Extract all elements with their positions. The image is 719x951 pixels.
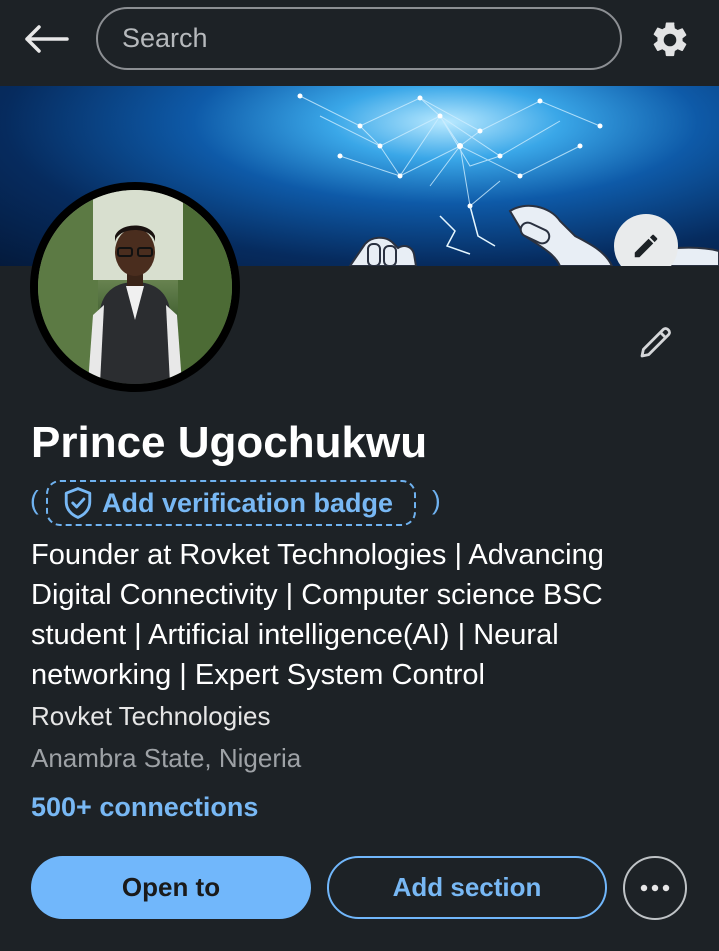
shield-check-icon: [64, 487, 92, 519]
add-verification-badge-button[interactable]: ( Add verification badge ): [30, 478, 441, 528]
arrow-left-icon: [25, 25, 69, 53]
gear-icon: [653, 22, 687, 57]
open-to-button[interactable]: Open to: [31, 856, 311, 919]
profile-headline: Founder at Rovket Technologies | Advanci…: [31, 539, 604, 691]
profile-location: Anambra State, Nigeria: [31, 743, 302, 773]
search-input[interactable]: Search: [96, 7, 622, 70]
add-section-button[interactable]: Add section: [327, 856, 607, 919]
avatar-image: [38, 190, 232, 384]
ellipsis-icon: [640, 884, 670, 892]
top-bar: Search: [0, 0, 719, 86]
pencil-icon: [640, 327, 671, 358]
settings-button[interactable]: [646, 16, 694, 64]
verify-bracket-right: ): [432, 485, 441, 515]
profile-company: Rovket Technologies: [31, 701, 271, 731]
edit-intro-button[interactable]: [632, 318, 680, 366]
verify-bracket-left: (: [30, 485, 39, 515]
verification-label: Add verification badge: [102, 488, 394, 518]
profile-name: Prince Ugochukwu: [31, 418, 428, 467]
avatar: [38, 190, 232, 384]
pencil-icon: [634, 234, 658, 258]
profile-photo[interactable]: [30, 182, 240, 392]
connections-link[interactable]: 500+ connections: [31, 792, 258, 823]
more-actions-button[interactable]: [623, 856, 687, 920]
search-placeholder: Search: [122, 23, 208, 53]
back-button[interactable]: [20, 18, 72, 60]
